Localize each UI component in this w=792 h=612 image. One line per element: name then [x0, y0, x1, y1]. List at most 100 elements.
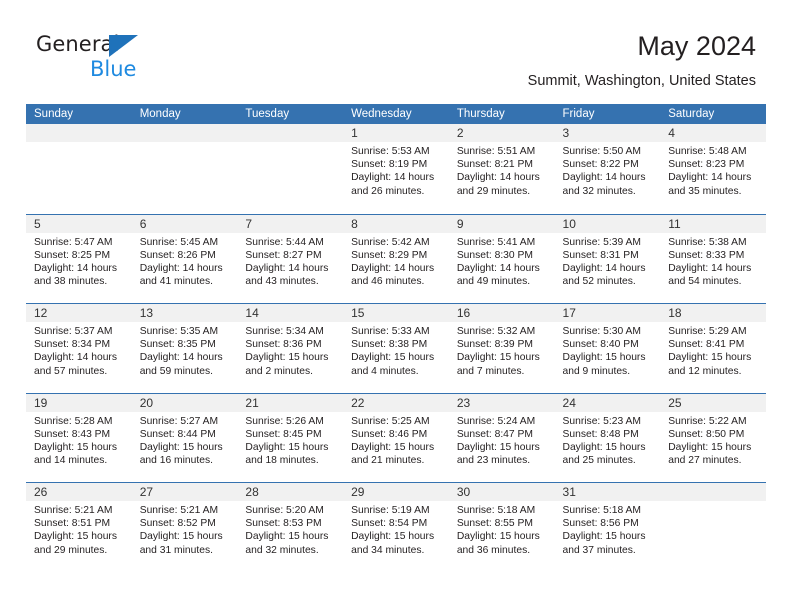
daylight-text-cont: and 54 minutes.	[668, 276, 742, 288]
day-cell-26[interactable]: 26 Sunrise: 5:21 AM Sunset: 8:51 PM Dayligh…	[26, 483, 132, 571]
daylight-text: Daylight: 15 hours	[245, 352, 329, 364]
day-number: 15	[343, 304, 449, 322]
sunrise-text: Sunrise: 5:30 AM	[562, 326, 641, 337]
sunrise-text: Sunrise: 5:41 AM	[456, 236, 536, 248]
day-cell-29[interactable]: 29 Sunrise: 5:19 AM Sunset: 8:54 PM Dayligh…	[343, 483, 449, 571]
day-number: 30	[448, 483, 555, 501]
day-cell-17[interactable]: 17 Sunrise: 5:30 AM Sunset: 8:40 PM Dayligh…	[554, 304, 661, 392]
day-cell-25[interactable]: 25 Sunrise: 5:22 AM Sunset: 8:50 PM Dayligh…	[660, 393, 766, 482]
sunrise-text: Sunrise: 5:18 AM	[562, 505, 641, 516]
sunset-text: Sunset: 8:45 PM	[245, 428, 322, 440]
daylight-text: Daylight: 15 hours	[456, 441, 540, 453]
daylight-text-cont: and 23 minutes.	[456, 455, 531, 467]
day-details: Sunrise: 5:21 AM Sunset: 8:52 PM Daylight:…	[132, 501, 238, 557]
daylight-text-cont: and 46 minutes.	[351, 276, 425, 288]
daylight-text: Daylight: 14 hours	[245, 262, 329, 274]
sunset-text: Sunset: 8:52 PM	[139, 518, 216, 530]
logo-text-general: General	[36, 32, 120, 56]
day-details: Sunrise: 5:33 AM Sunset: 8:38 PM Daylight:…	[343, 322, 449, 378]
day-details: Sunrise: 5:18 AM Sunset: 8:56 PM Daylight:…	[555, 501, 661, 557]
day-cell-27[interactable]: 27 Sunrise: 5:21 AM Sunset: 8:52 PM Dayligh…	[131, 483, 238, 571]
sunrise-text: Sunrise: 5:28 AM	[34, 415, 113, 427]
day-cell-8[interactable]: 8 Sunrise: 5:42 AM Sunset: 8:29 PM Daylight…	[343, 214, 449, 303]
day-cell-16[interactable]: 16 Sunrise: 5:32 AM Sunset: 8:39 PM Dayligh…	[448, 304, 555, 392]
sunset-text: Sunset: 8:27 PM	[245, 249, 322, 261]
sunrise-text: Sunrise: 5:47 AM	[34, 236, 113, 248]
sunset-text: Sunset: 8:48 PM	[562, 428, 639, 440]
sunrise-text: Sunrise: 5:24 AM	[456, 415, 536, 427]
weekday-header-saturday: Saturday	[668, 108, 715, 120]
day-number: 24	[554, 393, 661, 412]
daylight-text: Daylight: 14 hours	[34, 262, 117, 274]
sunrise-text: Sunrise: 5:21 AM	[34, 505, 113, 516]
daylight-text-cont: and 29 minutes.	[34, 544, 108, 556]
day-details: Sunrise: 5:32 AM Sunset: 8:39 PM Daylight:…	[449, 322, 555, 378]
day-cell-2[interactable]: 2 Sunrise: 5:51 AM Sunset: 8:21 PM Daylight…	[448, 124, 555, 212]
daylight-text: Daylight: 15 hours	[139, 531, 223, 543]
day-cell-1[interactable]: 1 Sunrise: 5:53 AM Sunset: 8:19 PM Daylight…	[343, 124, 449, 212]
day-details	[132, 142, 238, 145]
day-cell-11[interactable]: 11 Sunrise: 5:38 AM Sunset: 8:33 PM Dayligh…	[660, 214, 766, 303]
day-cell-5[interactable]: 5 Sunrise: 5:47 AM Sunset: 8:25 PM Daylight…	[26, 214, 132, 303]
day-details: Sunrise: 5:38 AM Sunset: 8:33 PM Daylight:…	[660, 233, 766, 289]
sunrise-text: Sunrise: 5:39 AM	[562, 236, 641, 248]
day-cell-15[interactable]: 15 Sunrise: 5:33 AM Sunset: 8:38 PM Dayligh…	[343, 304, 449, 392]
day-number: 14	[237, 304, 344, 322]
day-cell-12[interactable]: 12 Sunrise: 5:37 AM Sunset: 8:34 PM Dayligh…	[26, 304, 132, 392]
day-cell-22[interactable]: 22 Sunrise: 5:25 AM Sunset: 8:46 PM Dayligh…	[343, 393, 449, 482]
sunset-text: Sunset: 8:21 PM	[456, 159, 533, 171]
daylight-text-cont: and 12 minutes.	[668, 365, 742, 377]
day-cell-24[interactable]: 24 Sunrise: 5:23 AM Sunset: 8:48 PM Dayligh…	[554, 393, 661, 482]
day-cell-9[interactable]: 9 Sunrise: 5:41 AM Sunset: 8:30 PM Daylight…	[448, 214, 555, 303]
day-number: 16	[448, 304, 555, 322]
daylight-text-cont: and 4 minutes.	[351, 365, 419, 377]
day-cell-7[interactable]: 7 Sunrise: 5:44 AM Sunset: 8:27 PM Daylight…	[237, 214, 344, 303]
sunrise-text: Sunrise: 5:44 AM	[245, 236, 324, 248]
day-number	[26, 124, 132, 142]
weekday-header-tuesday: Tuesday	[245, 108, 290, 120]
day-number: 2	[448, 124, 555, 142]
day-number: 3	[554, 124, 661, 142]
daylight-text-cont: and 18 minutes.	[245, 455, 319, 467]
daylight-text-cont: and 2 minutes.	[245, 365, 313, 377]
day-cell-30[interactable]: 30 Sunrise: 5:18 AM Sunset: 8:55 PM Dayligh…	[448, 483, 555, 571]
sunrise-text: Sunrise: 5:32 AM	[456, 326, 536, 337]
day-cell-6[interactable]: 6 Sunrise: 5:45 AM Sunset: 8:26 PM Daylight…	[131, 214, 238, 303]
day-cell-18[interactable]: 18 Sunrise: 5:29 AM Sunset: 8:41 PM Dayligh…	[660, 304, 766, 392]
daylight-text: Daylight: 14 hours	[456, 172, 540, 184]
sunset-text: Sunset: 8:54 PM	[351, 518, 428, 530]
daylight-text: Daylight: 14 hours	[562, 262, 646, 274]
daylight-text-cont: and 27 minutes.	[668, 455, 742, 467]
sunrise-text: Sunrise: 5:48 AM	[668, 146, 747, 157]
day-details: Sunrise: 5:47 AM Sunset: 8:25 PM Daylight:…	[26, 233, 132, 289]
sunrise-text: Sunrise: 5:23 AM	[562, 415, 641, 427]
daylight-text: Daylight: 15 hours	[245, 531, 329, 543]
daylight-text: Daylight: 14 hours	[562, 172, 646, 184]
day-number: 22	[343, 393, 449, 412]
day-cell-10[interactable]: 10 Sunrise: 5:39 AM Sunset: 8:31 PM Dayligh…	[554, 214, 661, 303]
day-cell-empty	[131, 124, 238, 212]
day-cell-31[interactable]: 31 Sunrise: 5:18 AM Sunset: 8:56 PM Dayligh…	[554, 483, 661, 571]
sunrise-text: Sunrise: 5:35 AM	[139, 326, 219, 337]
day-cell-3[interactable]: 3 Sunrise: 5:50 AM Sunset: 8:22 PM Daylight…	[554, 124, 661, 212]
generalblue-logo[interactable]: General Blue	[36, 32, 226, 88]
day-cell-4[interactable]: 4 Sunrise: 5:48 AM Sunset: 8:23 PM Daylight…	[660, 124, 766, 212]
day-cell-14[interactable]: 14 Sunrise: 5:34 AM Sunset: 8:36 PM Dayligh…	[237, 304, 344, 392]
day-cell-20[interactable]: 20 Sunrise: 5:27 AM Sunset: 8:44 PM Dayligh…	[131, 393, 238, 482]
sunrise-text: Sunrise: 5:38 AM	[668, 236, 747, 248]
day-cell-13[interactable]: 13 Sunrise: 5:35 AM Sunset: 8:35 PM Dayligh…	[131, 304, 238, 392]
day-cell-28[interactable]: 28 Sunrise: 5:20 AM Sunset: 8:53 PM Dayligh…	[237, 483, 344, 571]
daylight-text-cont: and 7 minutes.	[456, 365, 525, 377]
day-cell-21[interactable]: 21 Sunrise: 5:26 AM Sunset: 8:45 PM Dayligh…	[237, 393, 344, 482]
day-cell-23[interactable]: 23 Sunrise: 5:24 AM Sunset: 8:47 PM Dayligh…	[448, 393, 555, 482]
day-details	[660, 501, 766, 504]
daylight-text-cont: and 32 minutes.	[245, 544, 319, 556]
day-details	[26, 142, 132, 145]
day-number: 20	[131, 393, 238, 412]
sunset-text: Sunset: 8:43 PM	[34, 428, 111, 440]
sunset-text: Sunset: 8:33 PM	[668, 249, 745, 261]
day-details: Sunrise: 5:21 AM Sunset: 8:51 PM Daylight:…	[26, 501, 132, 557]
day-number: 7	[237, 214, 344, 233]
daylight-text-cont: and 49 minutes.	[456, 276, 531, 288]
day-cell-19[interactable]: 19 Sunrise: 5:28 AM Sunset: 8:43 PM Dayligh…	[26, 393, 132, 482]
